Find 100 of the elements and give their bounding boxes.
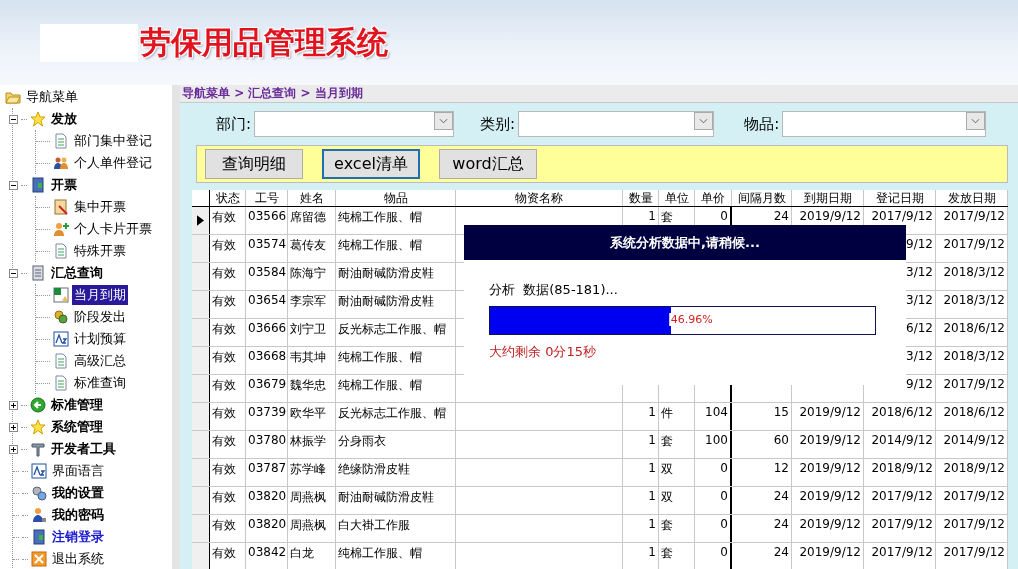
row-header[interactable] [192,431,210,458]
toolbar-button[interactable]: word汇总 [439,149,537,179]
status-cell: 有效 [212,238,236,252]
tree-item[interactable]: 我的设置 [50,483,106,503]
tree-item[interactable]: 标准管理 [49,395,105,415]
tree-item[interactable]: 特殊开票 [72,241,128,261]
status-cell: 有效 [212,518,236,532]
chevron-down-icon [971,118,981,124]
register-date-cell: 3/12 [906,349,933,363]
id-cell: 03666 [248,321,287,335]
row-header[interactable] [192,263,210,290]
row-header[interactable] [192,291,210,318]
id-cell: 03780 [248,433,287,447]
unit-cell: 套 [661,434,673,448]
row-header[interactable] [192,403,210,430]
item-cell: 耐油耐碱防滑皮鞋 [338,490,434,504]
due-date-cell: 2019/9/12 [799,461,861,475]
tree-item[interactable]: 我的密码 [50,505,106,525]
issue-date-cell: 2018/3/12 [943,265,1005,279]
name-cell: 席留德 [290,210,326,224]
tree-item[interactable]: 退出系统 [50,549,106,569]
quantity-cell: 1 [648,517,656,531]
row-header[interactable] [192,347,210,374]
name-cell: 陈海宁 [290,266,326,280]
tree-item[interactable]: 标准查询 [72,373,128,393]
collapse-icon[interactable] [9,180,18,190]
star-icon [30,419,46,435]
item-cell: 耐油耐碱防滑皮鞋 [338,266,434,280]
due-date-cell: 2019/9/12 [799,209,861,223]
text-icon [31,463,47,479]
status-cell: 有效 [212,210,236,224]
toolbar-button[interactable]: excel清单 [322,149,420,179]
expand-icon[interactable] [9,400,18,410]
tree-item[interactable]: 阶段发出 [72,307,128,327]
register-date-cell: 2017/9/12 [871,209,933,223]
id-cell: 03842 [248,545,287,559]
register-date-cell: 3/12 [906,293,933,307]
tree-item[interactable]: 发放 [49,109,79,129]
people-icon [53,155,69,171]
name-cell: 林振学 [290,434,326,448]
tree-item[interactable]: 个人卡片开票 [72,219,154,239]
expand-icon[interactable] [9,422,18,432]
issue-date-cell: 2014/9/12 [943,433,1005,447]
spreadsheet-icon [53,287,69,303]
quantity-cell: 1 [648,433,656,447]
tree-item[interactable]: 系统管理 [49,417,105,437]
row-header[interactable] [192,459,210,486]
tree-item[interactable]: 计划预算 [72,329,128,349]
status-cell: 有效 [212,490,236,504]
register-date-cell: 9/12 [906,377,933,391]
tree-item[interactable]: 部门集中登记 [72,131,154,151]
chevron-down-icon [699,118,709,124]
status-text: 分析 数据(85-181)... [489,281,619,299]
item-cell: 耐油耐碱防滑皮鞋 [338,294,434,308]
quantity-cell: 1 [648,405,656,419]
due-date-cell: 2019/9/12 [799,545,861,559]
remaining-time: 大约剩余 0分15秒 [489,343,597,361]
row-header[interactable] [192,375,210,402]
tree-item[interactable]: 汇总查询 [49,263,105,283]
id-cell: 03654 [248,293,287,307]
issue-date-cell: 2018/6/12 [943,321,1005,335]
collapse-icon[interactable] [9,114,18,124]
toolbar-button[interactable]: 查询明细 [205,149,303,179]
register-date-cell: 2017/9/12 [871,517,933,531]
unit-cell: 套 [661,210,673,224]
collapse-icon[interactable] [9,268,18,278]
coin-icon [53,309,69,325]
name-cell: 周燕枫 [290,518,326,532]
name-cell: 韦其坤 [290,350,326,364]
id-cell: 03584 [248,265,287,279]
issue-date-cell: 2018/3/12 [943,349,1005,363]
row-header[interactable] [192,319,210,346]
tree-root[interactable]: 导航菜单 [24,87,80,107]
row-header[interactable] [192,207,210,234]
issue-date-cell: 2018/3/12 [943,293,1005,307]
price-cell: 0 [720,545,728,559]
tree-item[interactable]: 高级汇总 [72,351,128,371]
status-cell: 有效 [212,322,236,336]
row-header[interactable] [192,487,210,514]
due-date-cell: 2019/9/12 [799,405,861,419]
name-cell: 周燕枫 [290,490,326,504]
name-cell: 魏华忠 [290,378,326,392]
row-header[interactable] [192,515,210,542]
tree-item[interactable]: 当月到期 [72,285,128,305]
tree-item[interactable]: 集中开票 [72,197,128,217]
tree-item[interactable]: 界面语言 [50,461,106,481]
name-cell: 刘宁卫 [290,322,326,336]
interval-cell: 24 [773,489,789,503]
row-header[interactable] [192,543,210,569]
tree-item[interactable]: 开发者工具 [49,439,118,459]
expand-icon[interactable] [9,444,18,454]
tree-item[interactable]: 注销登录 [50,527,106,547]
id-cell: 03566 [248,209,287,223]
name-cell: 欧华平 [290,406,326,420]
tree-item[interactable]: 开票 [49,175,79,195]
tree-item[interactable]: 个人单件登记 [72,153,154,173]
item-cell: 白大褂工作服 [338,518,410,532]
due-date-cell: 2019/9/12 [799,433,861,447]
row-header[interactable] [192,235,210,262]
quantity-cell: 1 [648,461,656,475]
